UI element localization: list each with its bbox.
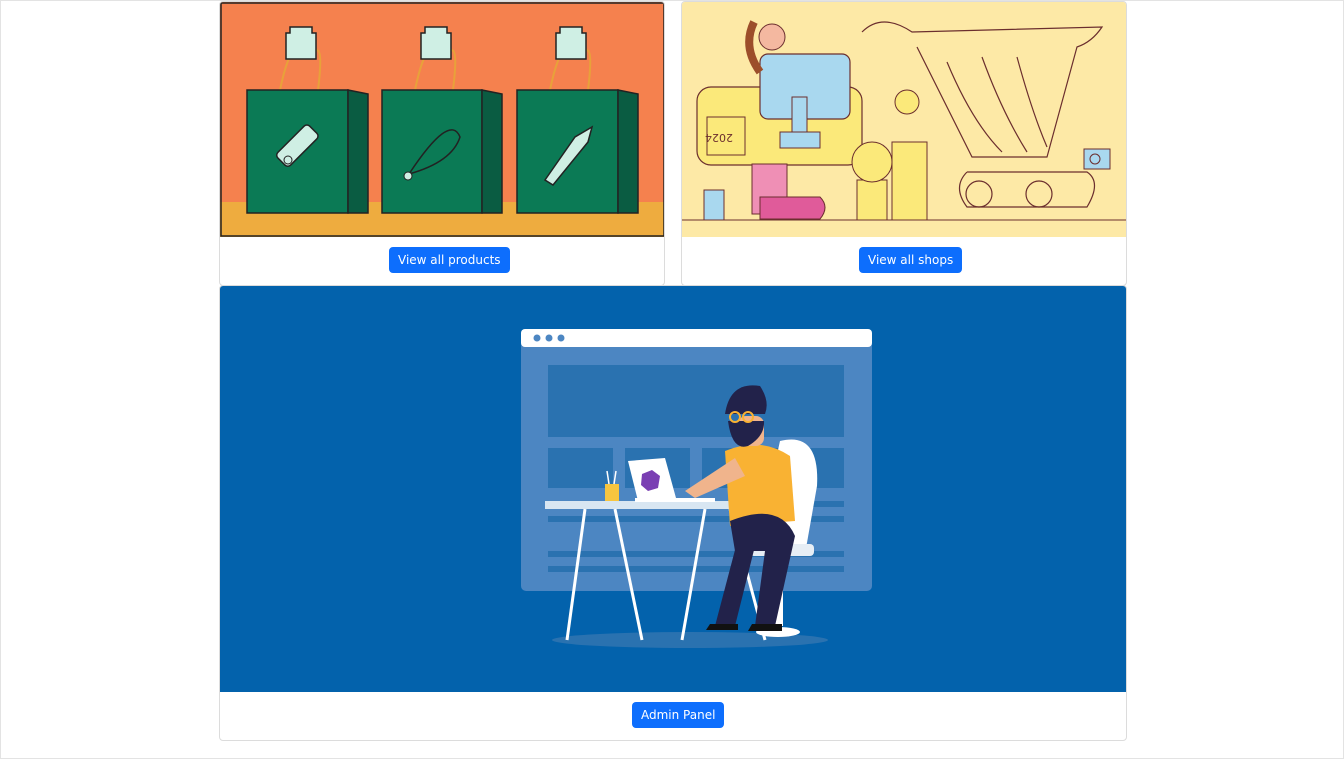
view-all-products-button[interactable]: View all products xyxy=(389,247,510,273)
view-all-shops-button[interactable]: View all shops xyxy=(859,247,963,273)
shopping-bags-illustration xyxy=(220,2,664,237)
calendar-label: 2024 xyxy=(705,131,733,144)
products-card: View all products xyxy=(219,1,665,286)
admin-panel-button[interactable]: Admin Panel xyxy=(632,702,725,728)
shops-card: 2024 View all shops xyxy=(681,1,1127,286)
admin-card: Admin Panel xyxy=(219,285,1127,741)
admin-developer-illustration xyxy=(220,286,1126,692)
online-shopping-illustration: 2024 xyxy=(682,2,1126,237)
